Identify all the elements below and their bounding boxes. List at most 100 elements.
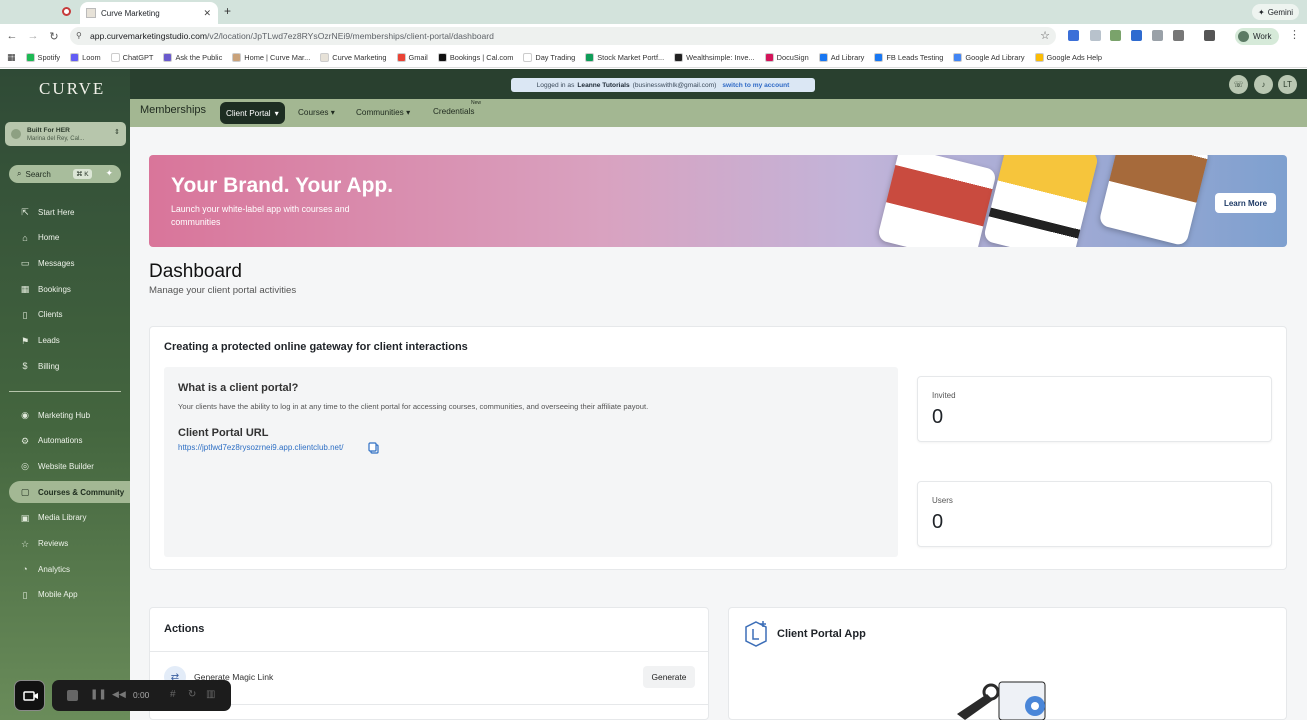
- browser-tab[interactable]: Curve Marketing ✕: [80, 2, 218, 24]
- rewind-icon[interactable]: ◀◀: [112, 689, 126, 700]
- reload-icon[interactable]: ↻: [45, 30, 63, 43]
- sidebar-item-courses-community[interactable]: ▢ Courses & Community: [9, 481, 130, 504]
- sidebar-item-leads[interactable]: ⚑ Leads: [9, 330, 130, 352]
- sparkle-icon: ✦: [1258, 7, 1265, 17]
- sidebar-item-mobile-app[interactable]: ▯ Mobile App: [9, 584, 130, 606]
- copy-icon[interactable]: [368, 442, 379, 454]
- forward-icon[interactable]: →: [24, 30, 42, 42]
- bookmark-item[interactable]: Day Trading: [523, 53, 575, 62]
- bookmark-label: Gmail: [408, 53, 428, 62]
- extension-icon[interactable]: [1152, 30, 1163, 41]
- portal-url-link[interactable]: https://jptlwd7ez8rysozrnei9.app.clientc…: [178, 443, 343, 452]
- bookmark-item[interactable]: Home | Curve Mar...: [232, 53, 310, 62]
- restart-icon[interactable]: ↻: [188, 689, 196, 700]
- phone-mockup-image: [982, 155, 1100, 247]
- sidebar-item-reviews[interactable]: ☆ Reviews: [9, 533, 130, 555]
- profile-button[interactable]: Work: [1235, 28, 1279, 45]
- extension-icon[interactable]: [1090, 30, 1101, 41]
- grid-icon[interactable]: #: [170, 689, 176, 700]
- switch-account-link[interactable]: switch to my account: [722, 82, 789, 89]
- puzzle-icon[interactable]: [1173, 30, 1184, 41]
- new-tab-button[interactable]: +: [224, 4, 231, 18]
- phone-icon[interactable]: ☏: [1229, 75, 1248, 94]
- sidebar-item-home[interactable]: ⌂ Home: [9, 227, 130, 249]
- sidepanel-icon[interactable]: [1204, 30, 1215, 41]
- bookmark-item[interactable]: Stock Market Portf...: [585, 53, 664, 62]
- stop-icon[interactable]: [67, 690, 78, 701]
- bookmark-item[interactable]: DocuSign: [764, 53, 809, 62]
- chevron-updown-icon: ⇕: [114, 129, 120, 136]
- nav-icon: ▣: [20, 512, 30, 523]
- bookmark-item[interactable]: Google Ad Library: [953, 53, 1025, 62]
- sidebar-item-label: Automations: [38, 436, 83, 446]
- bookmark-item[interactable]: Ad Library: [818, 53, 864, 62]
- sidebar-item-media-library[interactable]: ▣ Media Library: [9, 507, 130, 529]
- apps-grid-icon[interactable]: ▦: [7, 52, 16, 63]
- bookmark-item[interactable]: Curve Marketing: [320, 53, 387, 62]
- sidebar-search[interactable]: ⌕ Search ⌘ K ✦: [9, 165, 121, 183]
- tab-courses[interactable]: Courses ▾: [298, 107, 335, 117]
- learn-more-button[interactable]: Learn More: [1215, 193, 1276, 213]
- sidebar-item-analytics[interactable]: ◔ Analytics: [9, 558, 130, 580]
- sidebar-item-label: Home: [38, 233, 60, 243]
- site-info-icon[interactable]: ⚲: [76, 31, 82, 40]
- user-avatar[interactable]: LT: [1278, 75, 1297, 94]
- bookmark-item[interactable]: Bookings | Cal.com: [437, 53, 513, 62]
- nav-icon: ▭: [20, 258, 30, 269]
- close-tab-icon[interactable]: ✕: [203, 8, 211, 19]
- bookmark-item[interactable]: Gmail: [396, 53, 428, 62]
- sidebar-item-label: Analytics: [38, 564, 71, 574]
- gemini-button[interactable]: ✦ Gemini: [1252, 4, 1300, 20]
- sidebar-item-start-here[interactable]: ⇱ Start Here: [9, 201, 130, 223]
- bookmark-item[interactable]: Wealthsimple: Inve...: [674, 53, 755, 62]
- extension-icon[interactable]: [1068, 30, 1079, 41]
- extension-icon[interactable]: [1110, 30, 1121, 41]
- sidebar-item-label: Mobile App: [38, 590, 78, 600]
- page-subtitle: Manage your client portal activities: [149, 285, 297, 296]
- tab-communities[interactable]: Communities ▾: [356, 107, 410, 117]
- bookmark-item[interactable]: FB Leads Testing: [874, 53, 943, 62]
- bookmark-item[interactable]: Ask the Public: [163, 53, 222, 62]
- quick-action-icon[interactable]: ✦: [105, 168, 113, 179]
- bookmark-favicon-icon: [163, 53, 173, 62]
- back-icon[interactable]: ←: [3, 30, 21, 42]
- chevron-down-icon: ▾: [274, 109, 279, 118]
- sidebar-item-marketing-hub[interactable]: ◉ Marketing Hub: [9, 404, 130, 426]
- extension-icon[interactable]: [1131, 30, 1142, 41]
- bookmark-item[interactable]: Loom: [70, 53, 101, 62]
- bookmark-item[interactable]: Google Ads Help: [1034, 53, 1102, 62]
- bookmark-label: Ask the Public: [175, 53, 223, 62]
- bookmarks-bar: ▦ Spotify Loom ChatGPT Ask the Public Home |…: [0, 48, 1307, 68]
- tab-client-portal[interactable]: Client Portal ▾: [220, 102, 285, 124]
- phone-mockup-image: [1098, 155, 1210, 247]
- nav-icon: ▯: [22, 589, 28, 600]
- sidebar-item-bookings[interactable]: ▦ Bookings: [9, 278, 130, 300]
- nav-icon: ⚑: [20, 335, 30, 346]
- camera-toggle-button[interactable]: [14, 680, 45, 711]
- bookmark-star-icon[interactable]: ☆: [1040, 29, 1050, 42]
- bookmark-favicon-icon: [437, 53, 447, 62]
- address-bar[interactable]: ⚲ app.curvemarketingstudio.com/v2/locati…: [70, 27, 1056, 45]
- bookmark-item[interactable]: ChatGPT: [110, 53, 153, 62]
- sidebar-item-messages[interactable]: ▭ Messages: [9, 252, 130, 274]
- browser-menu-icon[interactable]: ⋮: [1289, 28, 1300, 41]
- sidebar-item-label: Start Here: [38, 207, 75, 217]
- promo-heading: Your Brand. Your App.: [171, 174, 394, 197]
- pause-icon[interactable]: ❚❚: [90, 689, 107, 700]
- sidebar-item-automations[interactable]: ⚙ Automations: [9, 430, 130, 452]
- trash-icon[interactable]: ▥: [206, 689, 215, 700]
- bookmark-item[interactable]: Spotify: [25, 53, 60, 62]
- actions-heading: Actions: [164, 623, 205, 635]
- sidebar-item-clients[interactable]: ▯ Clients: [9, 304, 130, 326]
- sidebar-item-label: Media Library: [38, 513, 87, 523]
- sidebar-item-label: Website Builder: [38, 461, 94, 471]
- tab-label: Communities: [356, 108, 404, 117]
- bell-icon[interactable]: ♪: [1254, 75, 1273, 94]
- sidebar-item-website-builder[interactable]: ◎ Website Builder: [9, 455, 130, 477]
- account-switcher[interactable]: Built For HER Marina del Rey, Cal... ⇕: [5, 122, 126, 146]
- memberships-subnav: Memberships Client Portal ▾ Courses ▾ Com…: [130, 99, 1307, 127]
- sidebar-item-billing[interactable]: $ Billing: [9, 355, 130, 377]
- generate-button[interactable]: Generate: [643, 666, 695, 688]
- nav-icon: ☆: [20, 538, 30, 549]
- tab-credentials[interactable]: Credentials: [433, 107, 474, 116]
